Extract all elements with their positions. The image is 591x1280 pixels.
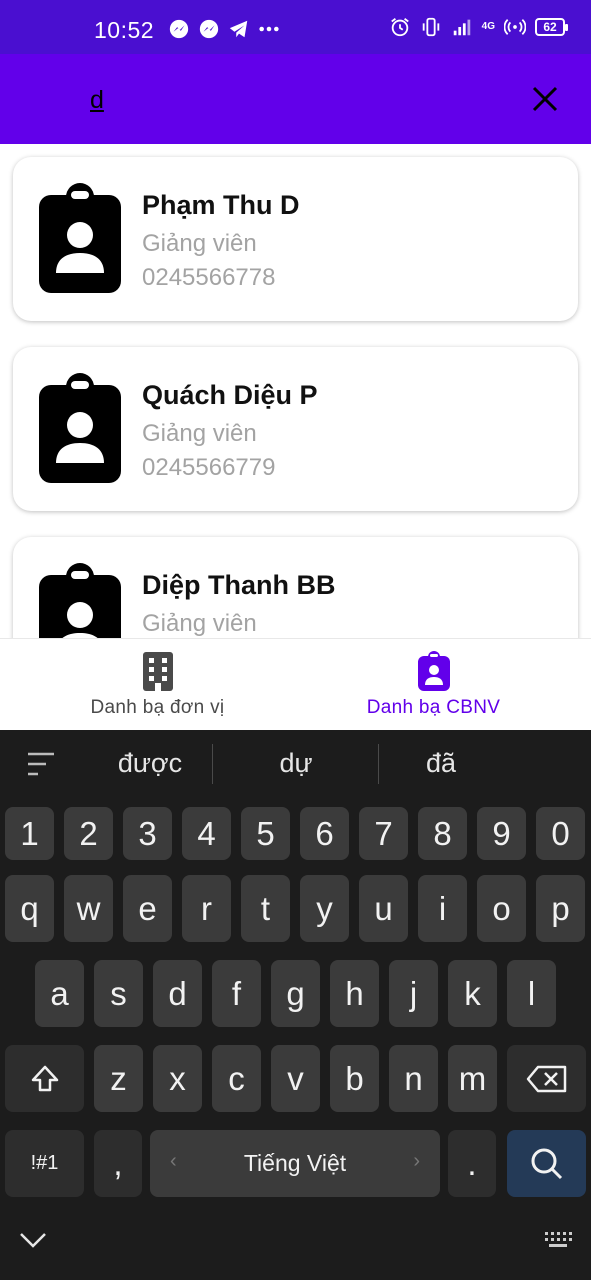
shift-key[interactable] <box>5 1045 84 1112</box>
contact-role: Giảng viên <box>142 230 257 257</box>
more-dots-icon <box>259 26 279 32</box>
vibrate-icon <box>422 17 439 37</box>
messenger-icon <box>199 19 219 39</box>
nav-label-staff: Danh bạ CBNV <box>366 697 501 718</box>
chevron-right-icon: › <box>413 1150 420 1172</box>
status-time: 10:52 <box>94 17 155 43</box>
key-6[interactable]: 6 <box>300 807 349 860</box>
keyboard-switch-icon[interactable] <box>543 1230 573 1248</box>
search-icon <box>531 1148 562 1179</box>
status-bar: 10:52 4G 62 <box>0 0 591 54</box>
key-j[interactable]: j <box>389 960 438 1027</box>
suggestion-1[interactable]: được <box>85 748 215 779</box>
key-2[interactable]: 2 <box>64 807 113 860</box>
hide-keyboard-icon[interactable] <box>18 1230 48 1250</box>
key-x[interactable]: x <box>153 1045 202 1112</box>
badge-icon <box>39 183 121 293</box>
signal-icon <box>453 19 470 36</box>
key-v[interactable]: v <box>271 1045 320 1112</box>
battery-icon: 62 <box>535 18 568 36</box>
key-h[interactable]: h <box>330 960 379 1027</box>
key-7[interactable]: 7 <box>359 807 408 860</box>
key-r[interactable]: r <box>182 875 231 942</box>
messenger-icon <box>169 19 189 39</box>
space-key[interactable]: ‹ Tiếng Việt › <box>150 1130 440 1197</box>
alarm-icon <box>390 18 409 37</box>
suggestion-bar: được dự đã <box>0 730 591 800</box>
search-input[interactable] <box>90 80 490 120</box>
system-icons: 4G 62 <box>389 16 568 38</box>
search-app-bar <box>0 54 591 144</box>
notification-icons <box>168 18 280 40</box>
telegram-icon <box>229 20 248 38</box>
suggestion-3[interactable]: đã <box>376 748 506 779</box>
network-type: 4G <box>481 21 495 32</box>
contact-card[interactable]: Quách Diệu P Giảng viên 0245566779 <box>13 347 578 511</box>
key-o[interactable]: o <box>477 875 526 942</box>
key-y[interactable]: y <box>300 875 349 942</box>
symbols-key[interactable]: !#1 <box>5 1130 84 1197</box>
backspace-key[interactable] <box>507 1045 586 1112</box>
space-key-label: Tiếng Việt <box>243 1150 347 1176</box>
key-c[interactable]: c <box>212 1045 261 1112</box>
contact-name: Phạm Thu D <box>142 190 300 220</box>
nav-label-units: Danh bạ đơn vị <box>90 697 225 718</box>
building-icon <box>142 652 173 691</box>
close-icon[interactable] <box>526 80 564 118</box>
app-screen: 10:52 4G 62 d Phạm Thu D Giảng viên 0245… <box>0 0 591 1280</box>
key-a[interactable]: a <box>35 960 84 1027</box>
key-m[interactable]: m <box>448 1045 497 1112</box>
key-5[interactable]: 5 <box>241 807 290 860</box>
key-0[interactable]: 0 <box>536 807 585 860</box>
badge-icon <box>39 373 121 483</box>
contact-phone: 0245566778 <box>142 264 276 291</box>
key-b[interactable]: b <box>330 1045 379 1112</box>
key-1[interactable]: 1 <box>5 807 54 860</box>
bottom-navigation: Danh bạ đơn vị Danh bạ CBNV <box>0 638 591 730</box>
key-t[interactable]: t <box>241 875 290 942</box>
nav-item-staff[interactable]: Danh bạ CBNV <box>286 639 581 731</box>
shift-icon <box>31 1065 58 1091</box>
search-key[interactable] <box>507 1130 586 1197</box>
key-4[interactable]: 4 <box>182 807 231 860</box>
nav-item-units[interactable]: Danh bạ đơn vị <box>10 639 305 731</box>
comma-key[interactable]: , <box>94 1130 142 1197</box>
key-i[interactable]: i <box>418 875 467 942</box>
contact-role: Giảng viên <box>142 420 257 447</box>
soft-keyboard: được dự đã 1234567890 qwertyuiop asdfghjkl… <box>0 730 591 1280</box>
key-w[interactable]: w <box>64 875 113 942</box>
backspace-icon <box>526 1065 566 1092</box>
contact-card[interactable]: Phạm Thu D Giảng viên 0245566778 <box>13 157 578 321</box>
key-e[interactable]: e <box>123 875 172 942</box>
key-n[interactable]: n <box>389 1045 438 1112</box>
hotspot-icon <box>504 19 526 35</box>
key-3[interactable]: 3 <box>123 807 172 860</box>
key-q[interactable]: q <box>5 875 54 942</box>
key-d[interactable]: d <box>153 960 202 1027</box>
suggestion-2[interactable]: dự <box>231 748 361 779</box>
badge-icon <box>417 651 450 691</box>
keyboard-menu-icon[interactable] <box>26 750 56 778</box>
contact-list: Phạm Thu D Giảng viên 0245566778 Quách D… <box>0 144 591 638</box>
suggestion-divider <box>212 744 213 784</box>
chevron-left-icon: ‹ <box>170 1150 177 1172</box>
key-8[interactable]: 8 <box>418 807 467 860</box>
badge-icon <box>39 563 121 638</box>
key-s[interactable]: s <box>94 960 143 1027</box>
key-u[interactable]: u <box>359 875 408 942</box>
key-z[interactable]: z <box>94 1045 143 1112</box>
key-l[interactable]: l <box>507 960 556 1027</box>
contact-name: Quách Diệu P <box>142 380 318 410</box>
key-p[interactable]: p <box>536 875 585 942</box>
contact-role: Giảng viên <box>142 610 257 637</box>
contact-phone: 0245566779 <box>142 454 276 481</box>
key-k[interactable]: k <box>448 960 497 1027</box>
contact-name: Diệp Thanh BB <box>142 570 336 600</box>
battery-level: 62 <box>543 20 557 34</box>
key-g[interactable]: g <box>271 960 320 1027</box>
key-f[interactable]: f <box>212 960 261 1027</box>
contact-card[interactable]: Diệp Thanh BB Giảng viên <box>13 537 578 638</box>
period-key[interactable]: . <box>448 1130 496 1197</box>
key-9[interactable]: 9 <box>477 807 526 860</box>
